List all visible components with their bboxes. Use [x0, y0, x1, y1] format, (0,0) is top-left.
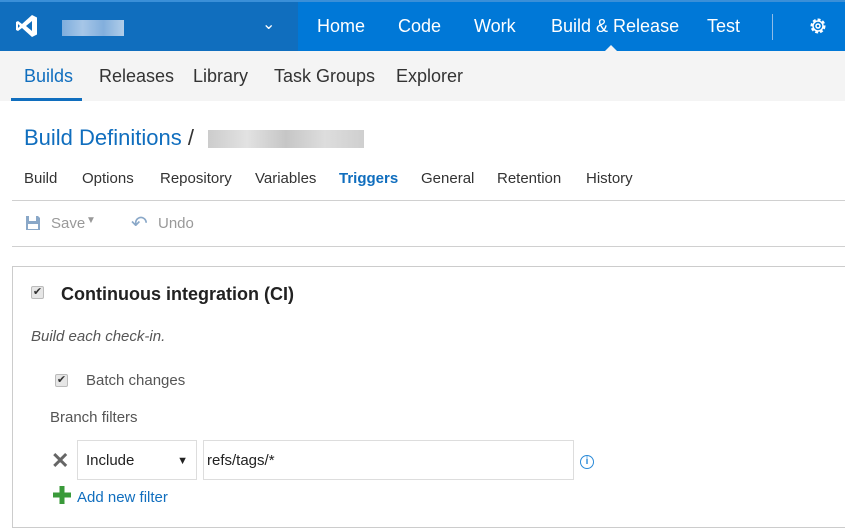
tab-general[interactable]: General [421, 170, 474, 187]
nav-build-release[interactable]: Build & Release [551, 2, 679, 51]
divider [12, 200, 845, 201]
nav-work[interactable]: Work [474, 2, 516, 51]
top-bar: ⌄ Home Code Work Build & Release Test [0, 0, 845, 52]
filter-type-value: Include [86, 452, 135, 469]
batch-changes-label: Batch changes [86, 372, 186, 389]
nav-home[interactable]: Home [317, 2, 365, 51]
active-subnav-underline [11, 98, 82, 101]
ci-description: Build each check-in. [31, 328, 166, 345]
tab-retention[interactable]: Retention [497, 170, 561, 187]
tab-options[interactable]: Options [82, 170, 134, 187]
tab-history[interactable]: History [586, 170, 633, 187]
subnav-explorer[interactable]: Explorer [396, 51, 463, 101]
tab-build[interactable]: Build [24, 170, 57, 187]
ci-enabled-checkbox[interactable]: ✔ [31, 286, 44, 299]
divider [772, 14, 773, 40]
gear-icon[interactable] [808, 16, 828, 36]
subnav-task-groups[interactable]: Task Groups [274, 51, 375, 101]
nav-code[interactable]: Code [398, 2, 441, 51]
breadcrumb-build-definitions[interactable]: Build Definitions [24, 125, 182, 150]
breadcrumb-separator: / [187, 125, 194, 150]
definition-name-blurred [208, 130, 364, 148]
undo-label: Undo [158, 215, 194, 232]
chevron-down-icon[interactable]: ⌄ [262, 14, 275, 34]
plus-icon[interactable] [53, 486, 71, 504]
dropdown-arrow-icon: ▼ [177, 455, 188, 467]
branch-filters-label: Branch filters [50, 409, 138, 426]
add-new-filter-link[interactable]: Add new filter [77, 489, 168, 506]
subnav-releases[interactable]: Releases [99, 51, 174, 101]
batch-changes-checkbox[interactable]: ✔ [55, 374, 68, 387]
project-selector[interactable]: ⌄ [0, 2, 298, 51]
save-label: Save [51, 215, 86, 232]
breadcrumb: Build Definitions / [24, 125, 194, 151]
divider [12, 246, 845, 247]
filter-type-select[interactable]: Include ▼ [77, 440, 197, 480]
caret-down-icon: ▼ [86, 215, 96, 226]
remove-filter-icon[interactable]: ✕ [51, 448, 69, 474]
visual-studio-logo-icon [16, 15, 37, 37]
sub-navigation: Builds Releases Library Task Groups Expl… [0, 51, 845, 101]
undo-icon: ↶ [131, 213, 148, 235]
branch-filter-input[interactable] [203, 440, 574, 480]
tab-variables[interactable]: Variables [255, 170, 316, 187]
subnav-library[interactable]: Library [193, 51, 248, 101]
tab-repository[interactable]: Repository [160, 170, 232, 187]
ci-title: Continuous integration (CI) [61, 284, 294, 304]
tab-triggers[interactable]: Triggers [339, 170, 398, 187]
save-icon [26, 216, 40, 230]
project-name-blurred [62, 20, 124, 36]
nav-test[interactable]: Test [707, 2, 740, 51]
subnav-builds[interactable]: Builds [24, 51, 73, 101]
info-icon[interactable]: i [580, 455, 594, 469]
